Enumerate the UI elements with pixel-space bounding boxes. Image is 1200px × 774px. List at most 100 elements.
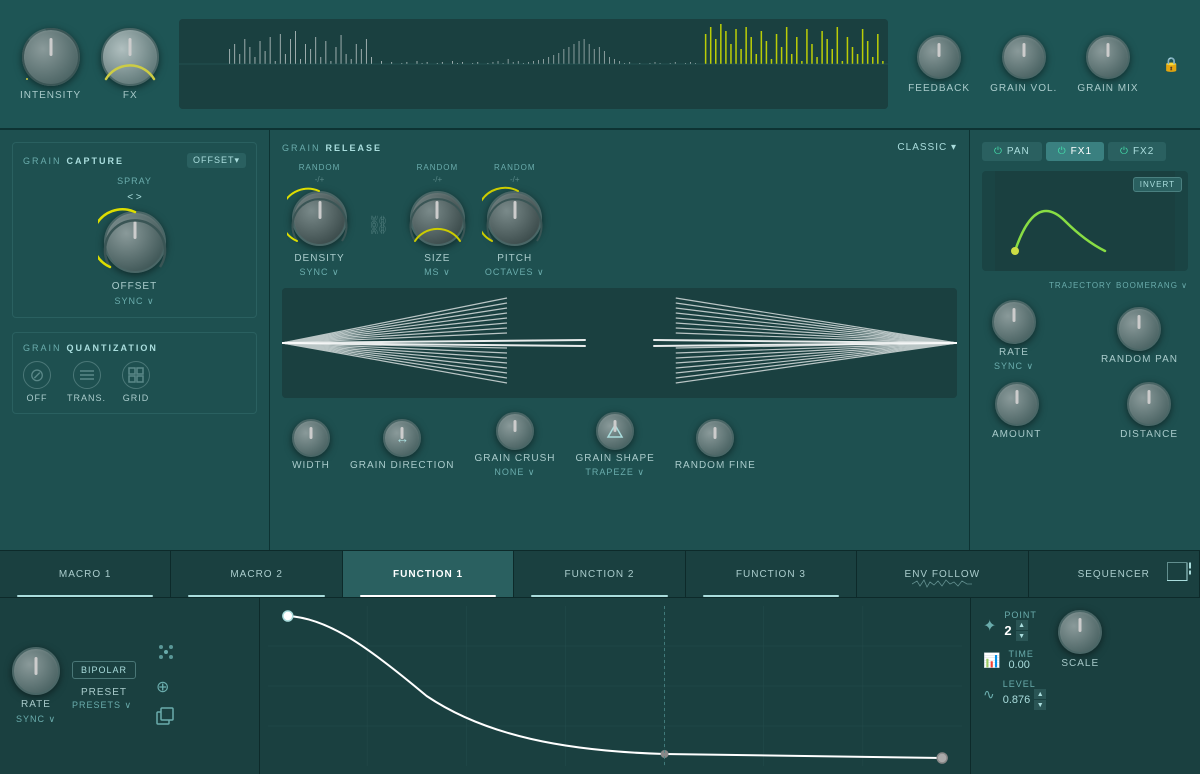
left-panel: GRAIN CAPTURE OFFSET▾ SPRAY < > OFFSET S… (0, 130, 270, 550)
size-knob[interactable] (410, 191, 465, 246)
tab-fx1[interactable]: ⏻ FX1 (1046, 142, 1104, 161)
env-follow-item[interactable]: ENV FOLLOW (857, 551, 1028, 597)
link-icon[interactable]: ⛓ (367, 215, 390, 236)
sequencer-item[interactable]: SEQUENCER (1029, 551, 1200, 597)
quant-options: ⊘ OFF TRANS. (23, 361, 246, 403)
pitch-sync[interactable]: OCTAVES ∨ (485, 267, 545, 278)
tab-pan[interactable]: ⏻ PAN (982, 142, 1042, 161)
macro2-label: MACRO 2 (230, 569, 283, 580)
offset-sync-label[interactable]: SYNC ∨ (114, 296, 154, 307)
width-knob[interactable] (292, 419, 330, 457)
level-value-container: LEVEL 0.876 ▲ ▼ (1003, 679, 1047, 710)
rate-sync[interactable]: SYNC ∨ (994, 361, 1034, 372)
tab-fx2-label: FX2 (1133, 146, 1154, 157)
point-down[interactable]: ▼ (1016, 631, 1028, 641)
time-icon: 📊 (983, 652, 1000, 669)
bottom-rate-container: RATE SYNC ∨ (12, 647, 60, 725)
copy-icon[interactable] (156, 707, 176, 730)
distance-knob[interactable] (1127, 382, 1171, 426)
grain-shape-knob[interactable] (596, 412, 634, 450)
invert-button[interactable]: INVERT (1133, 177, 1182, 192)
grain-crush-sublabel[interactable]: NONE ∨ (494, 467, 535, 478)
amount-knob[interactable] (995, 382, 1039, 426)
grain-crush-knob[interactable] (496, 412, 534, 450)
function1-line (360, 595, 496, 597)
bottom-rate-knob[interactable] (12, 647, 60, 695)
function3-item[interactable]: FUNCTION 3 (686, 551, 857, 597)
feedback-knob[interactable] (917, 35, 961, 79)
pitch-knob[interactable] (487, 191, 542, 246)
bottom-left: RATE SYNC ∨ BIPOLAR PRESET PRESETS ∨ ⊕ (0, 598, 260, 774)
level-spinbox: 0.876 ▲ ▼ (1003, 689, 1047, 710)
density-pm: -/+ (315, 175, 325, 184)
lock-icon[interactable]: 🔒 (1163, 56, 1180, 73)
preset-label: PRESET (72, 687, 136, 698)
grain-direction-label: GRAIN DIRECTION (350, 460, 454, 471)
quant-grid-icon (122, 361, 150, 389)
quant-off[interactable]: ⊘ OFF (23, 361, 51, 403)
time-label: TIME (1008, 649, 1034, 659)
density-group: RANDOM -/+ DENSITY SYNC ∨ (292, 163, 347, 278)
main-content: GRAIN CAPTURE OFFSET▾ SPRAY < > OFFSET S… (0, 130, 1200, 550)
macro1-item[interactable]: MACRO 1 (0, 551, 171, 597)
spray-arrows: < > (127, 192, 141, 203)
grid-tool-icon[interactable] (156, 642, 176, 667)
quant-trans[interactable]: TRANS. (67, 361, 106, 403)
bottom-rate-label: RATE (21, 699, 51, 710)
offset-badge[interactable]: OFFSET▾ (187, 153, 246, 168)
function2-item[interactable]: FUNCTION 2 (514, 551, 685, 597)
level-down[interactable]: ▼ (1034, 700, 1046, 710)
time-value: 0.00 (1008, 659, 1034, 671)
point-up[interactable]: ▲ (1016, 620, 1028, 630)
level-spinners: ▲ ▼ (1034, 689, 1046, 710)
scale-knob[interactable] (1058, 610, 1102, 654)
scale-container: SCALE (1058, 610, 1102, 762)
classic-mode-badge[interactable]: CLASSIC ▾ (897, 142, 957, 153)
grain-mix-knob[interactable] (1086, 35, 1130, 79)
grain-crush-group: GRAIN CRUSH NONE ∨ (474, 412, 555, 478)
point-value: 2 (1004, 623, 1011, 638)
density-knob[interactable] (292, 191, 347, 246)
grain-quantization-section: GRAIN QUANTIZATION ⊘ OFF TRA (12, 332, 257, 414)
pan-display[interactable]: INVERT (982, 171, 1188, 271)
point-spinbox: 2 ▲ ▼ (1004, 620, 1037, 641)
random-fine-knob[interactable] (696, 419, 734, 457)
bipolar-button[interactable]: BIPOLAR (72, 661, 136, 679)
center-panel: GRAIN RELEASE CLASSIC ▾ RANDOM -/+ DENSI… (270, 130, 970, 550)
random-pan-label: RANDOM PAN (1101, 354, 1178, 365)
density-sync[interactable]: SYNC ∨ (299, 267, 339, 278)
grain-vol-knob[interactable] (1002, 35, 1046, 79)
grain-vol-label: GRAIN VOL. (990, 83, 1057, 94)
waveform-display[interactable] (179, 19, 888, 109)
tab-pan-label: PAN (1007, 146, 1030, 157)
magnet-icon[interactable]: ⊕ (156, 677, 176, 697)
function2-label: FUNCTION 2 (564, 569, 634, 580)
tab-fx2[interactable]: ⏻ FX2 (1108, 142, 1166, 161)
presets-dropdown[interactable]: PRESETS ∨ (72, 700, 136, 711)
grain-mix-container: GRAIN MIX (1077, 35, 1138, 94)
macro2-line (188, 595, 324, 597)
grain-visualization (282, 288, 957, 398)
offset-knob[interactable] (104, 211, 166, 273)
grain-shape-sublabel[interactable]: TRAPEZE ∨ (585, 467, 645, 478)
offset-knob-section: SPRAY < > OFFSET SYNC ∨ (23, 176, 246, 307)
function1-item[interactable]: FUNCTION 1 (343, 551, 514, 597)
grain-direction-knob[interactable]: ↔ (383, 419, 421, 457)
macro2-item[interactable]: MACRO 2 (171, 551, 342, 597)
level-up[interactable]: ▲ (1034, 689, 1046, 699)
feedback-label: FEEDBACK (908, 83, 970, 94)
macro1-line (17, 595, 153, 597)
size-sync[interactable]: MS ∨ (424, 267, 451, 278)
quant-trans-label: TRANS. (67, 393, 106, 403)
grain-release-title2: RELEASE (326, 143, 383, 153)
size-pm: -/+ (433, 175, 443, 184)
boomerang-label[interactable]: BOOMERANG ∨ (1116, 281, 1188, 290)
bottom-main[interactable] (260, 598, 970, 774)
bottom-rate-sync[interactable]: SYNC ∨ (16, 714, 56, 725)
quant-grid[interactable]: GRID (122, 361, 150, 403)
random-pan-knob[interactable] (1117, 307, 1161, 351)
bottom-section: RATE SYNC ∨ BIPOLAR PRESET PRESETS ∨ ⊕ (0, 598, 1200, 774)
grain-crush-label: GRAIN CRUSH (474, 453, 555, 464)
rate-knob[interactable] (992, 300, 1036, 344)
point-controls: ✦ POINT 2 ▲ ▼ 📊 TIME 0.00 (983, 610, 1046, 762)
